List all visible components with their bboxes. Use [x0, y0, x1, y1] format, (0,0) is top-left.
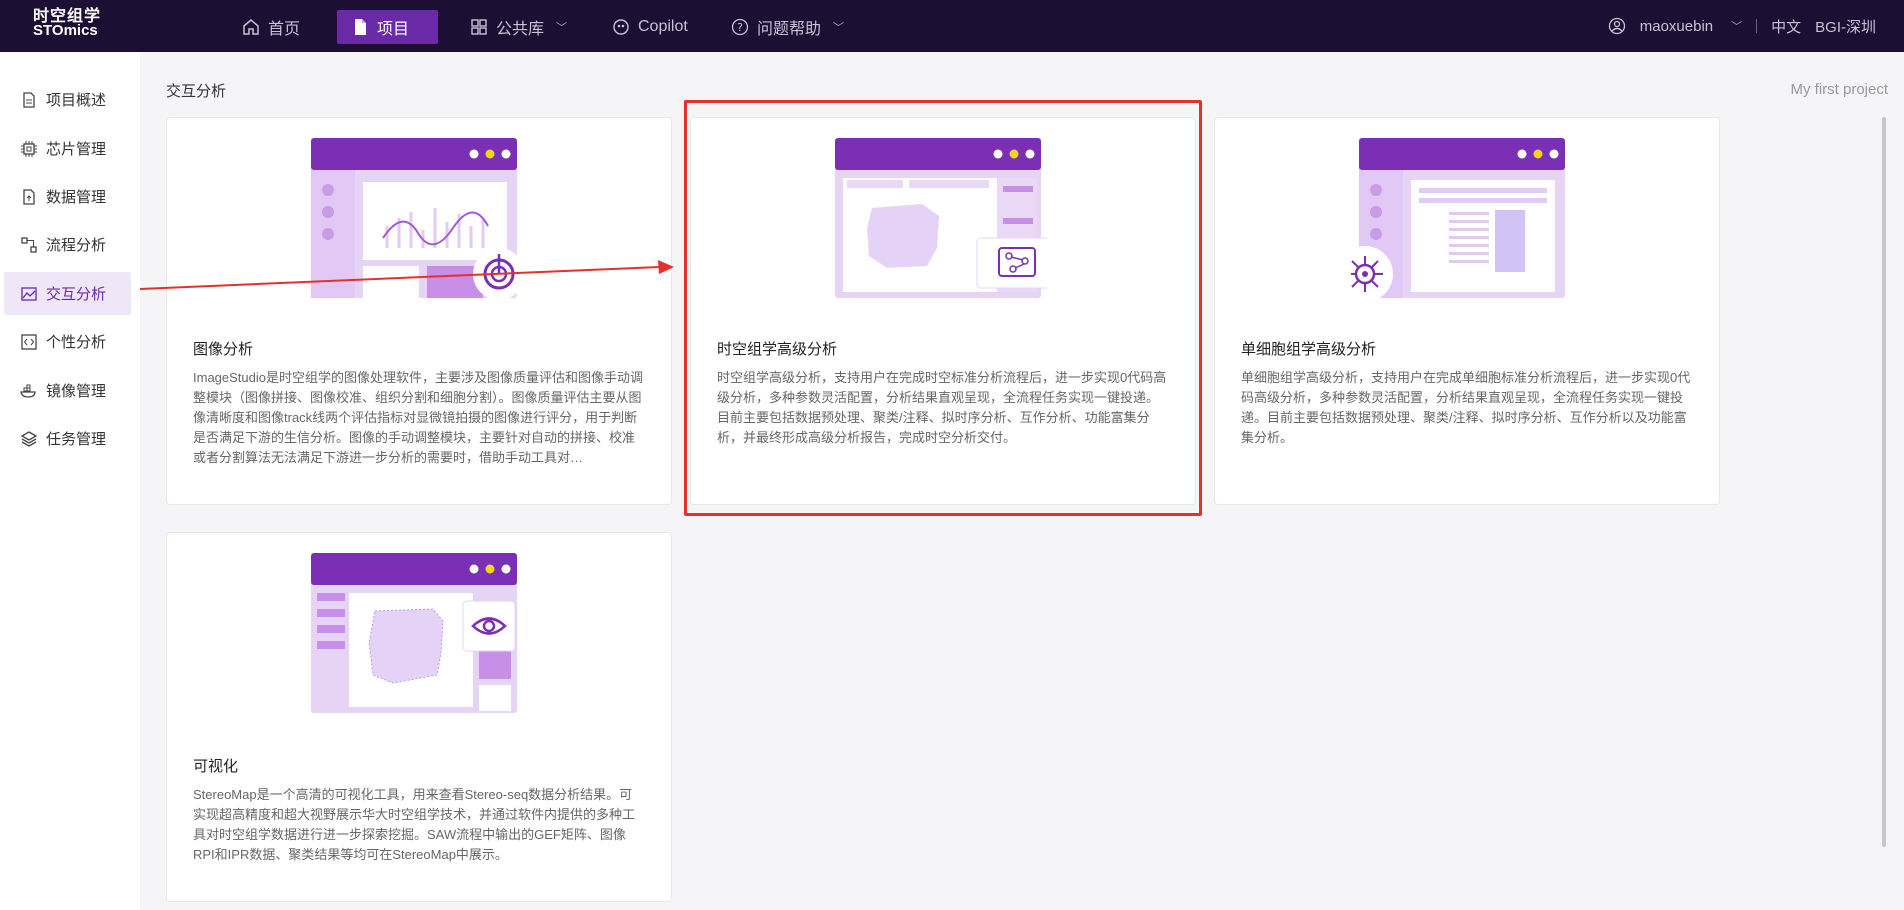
stomics-logo[interactable]: 时空组学 STOmics: [33, 9, 101, 39]
card-title: 可视化: [193, 758, 239, 775]
sidebar-item-custom-analysis[interactable]: 个性分析: [4, 320, 131, 363]
sidebar-item-label: 任务管理: [46, 431, 107, 448]
flow-icon: [21, 236, 37, 253]
copilot-icon: [613, 19, 629, 35]
nav-project[interactable]: 项目: [337, 10, 438, 44]
divider: [1756, 19, 1758, 33]
language-switch[interactable]: 中文: [1771, 16, 1801, 37]
sidebar-item-data-management[interactable]: 数据管理: [4, 175, 131, 218]
help-icon: ?: [731, 18, 749, 36]
document-icon: [23, 91, 35, 108]
nav-copilot[interactable]: Copilot: [598, 10, 702, 44]
card-description: 单细胞组学高级分析，支持用户在完成单细胞标准分析流程后，进一步实现0代码高级分析…: [1241, 370, 1691, 445]
chevron-down-icon[interactable]: ﹀: [1731, 18, 1742, 34]
image-analysis-illustration: [311, 138, 523, 300]
docker-icon: [20, 384, 36, 398]
svg-text:?: ?: [737, 21, 743, 34]
sidebar-item-chip-management[interactable]: 芯片管理: [4, 127, 131, 170]
user-icon[interactable]: [1608, 17, 1626, 35]
grid-icon: [471, 19, 487, 35]
page-title: 交互分析: [166, 83, 227, 100]
sidebar-item-label: 数据管理: [46, 189, 107, 206]
card-visualization[interactable]: 可视化 StereoMap是一个高清的可视化工具，用来查看Stereo-seq数…: [166, 532, 672, 902]
nav-home-label: 首页: [268, 21, 301, 38]
single-cell-illustration: [1351, 138, 1565, 302]
top-right-area: maoxuebin ﹀ 中文 BGI-深圳: [1608, 0, 1876, 52]
logo-line2: STOmics: [33, 22, 98, 39]
sidebar-item-label: 项目概述: [46, 92, 107, 109]
username[interactable]: maoxuebin: [1640, 18, 1713, 35]
project-name: My first project: [1790, 81, 1888, 98]
sidebar-item-label: 交互分析: [46, 286, 107, 303]
nav-help[interactable]: ? 问题帮助 ﹀: [717, 10, 858, 44]
sidebar-item-task-management[interactable]: 任务管理: [4, 417, 131, 460]
sidebar-item-image-management[interactable]: 镜像管理: [4, 369, 131, 412]
nav-public-library[interactable]: 公共库 ﹀: [456, 10, 581, 44]
sidebar-item-label: 芯片管理: [46, 141, 107, 158]
home-icon: [243, 19, 259, 35]
sidebar: 项目概述 芯片管理 数据管理 流程分析 交互分析 个性分析 镜像管理 任务管理: [0, 52, 140, 910]
code-icon: [21, 333, 37, 350]
visualization-illustration: [311, 553, 517, 713]
sidebar-item-interactive-analysis[interactable]: 交互分析: [4, 272, 131, 315]
sidebar-item-label: 镜像管理: [46, 383, 107, 400]
chevron-down-icon: ﹀: [833, 22, 845, 34]
nav-project-label: 项目: [377, 21, 410, 38]
layers-icon: [20, 430, 38, 447]
nav-copilot-label: Copilot: [638, 18, 688, 35]
file-upload-icon: [23, 188, 35, 205]
card-image-analysis[interactable]: 图像分析 ImageStudio是时空组学的图像处理软件，主要涉及图像质量评估和…: [166, 117, 672, 505]
document-icon: [355, 19, 366, 35]
sidebar-item-project-overview[interactable]: 项目概述: [4, 78, 131, 121]
image-chart-icon: [21, 286, 37, 301]
card-title: 单细胞组学高级分析: [1241, 341, 1377, 358]
nav-home[interactable]: 首页: [228, 10, 314, 44]
scrollbar[interactable]: [1882, 117, 1886, 847]
nav-public-library-label: 公共库: [496, 21, 545, 38]
chip-icon: [21, 140, 37, 157]
card-single-cell-advanced-analysis[interactable]: 单细胞组学高级分析 单细胞组学高级分析，支持用户在完成单细胞标准分析流程后，进一…: [1214, 117, 1720, 505]
card-title: 图像分析: [193, 341, 254, 358]
sidebar-item-label: 个性分析: [46, 334, 107, 351]
chevron-down-icon: ﹀: [556, 22, 568, 34]
annotation-highlight-box: [684, 100, 1202, 516]
card-description: StereoMap是一个高清的可视化工具，用来查看Stereo-seq数据分析结…: [193, 787, 636, 862]
nav-help-label: 问题帮助: [757, 21, 822, 38]
region-switch[interactable]: BGI-深圳: [1815, 16, 1876, 37]
sidebar-item-flow-analysis[interactable]: 流程分析: [4, 223, 131, 266]
top-navbar: 时空组学 STOmics 首页 项目 公共库 ﹀ Copilot ? 问题帮助 …: [0, 0, 1904, 52]
card-description: ImageStudio是时空组学的图像处理软件，主要涉及图像质量评估和图像手动调…: [193, 370, 643, 465]
sidebar-item-label: 流程分析: [46, 237, 107, 254]
